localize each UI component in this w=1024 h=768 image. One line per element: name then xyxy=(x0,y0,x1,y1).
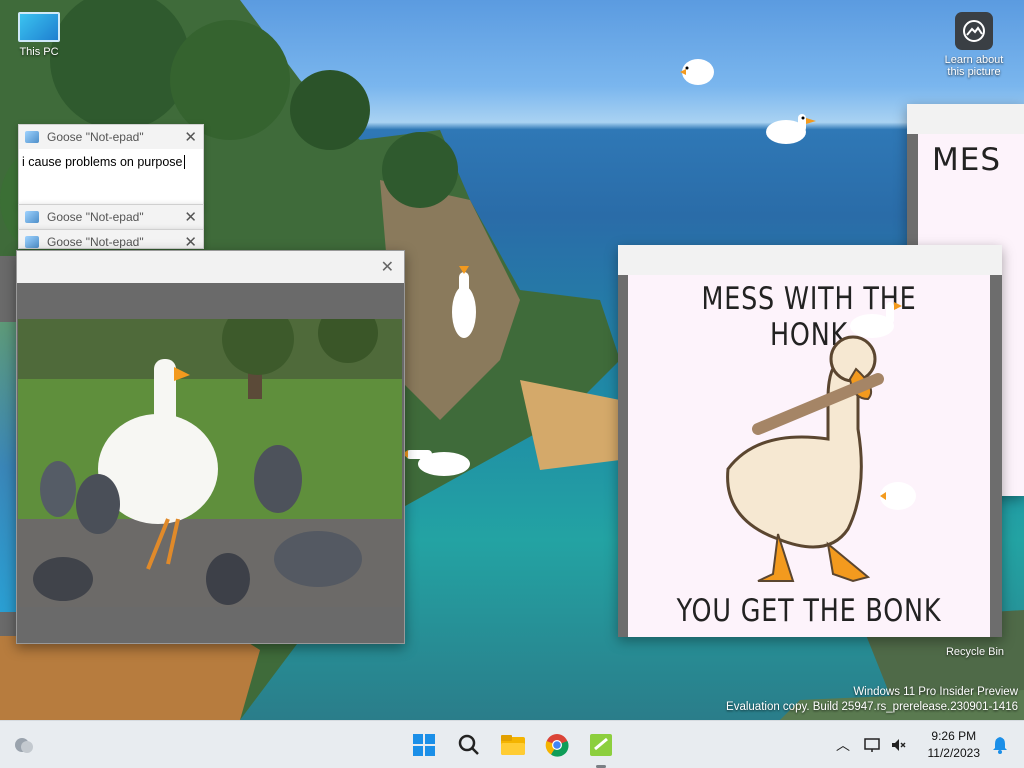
meme-window-titlebar[interactable] xyxy=(618,245,1002,275)
meme-partial-top-text: MES xyxy=(932,142,1002,178)
meme-window[interactable]: MESS WITH THE HONK YOU GET THE BONK xyxy=(618,245,1002,637)
notepad-title: Goose "Not-epad" xyxy=(47,210,144,224)
clock-date: 11/2/2023 xyxy=(927,746,981,760)
photo-window-titlebar[interactable]: ✕ xyxy=(17,251,404,283)
meme-bottom-text: YOU GET THE BONK xyxy=(676,593,942,629)
notification-bell-icon[interactable] xyxy=(986,731,1014,759)
learn-label-line1: Learn about xyxy=(944,54,1004,66)
notepad-icon xyxy=(25,211,39,223)
goose-app-icon[interactable] xyxy=(587,731,615,759)
notepad-icon xyxy=(25,131,39,143)
network-icon[interactable] xyxy=(864,737,882,753)
recycle-bin-label: Recycle Bin xyxy=(945,646,1005,658)
camera-icon xyxy=(955,12,993,50)
goose-sprite[interactable] xyxy=(450,264,480,340)
weather-icon[interactable] xyxy=(10,731,38,759)
meme-image: MESS WITH THE HONK YOU GET THE BONK xyxy=(628,275,990,637)
this-pc-desktop-icon[interactable]: This PC xyxy=(2,12,76,58)
goose-sprite[interactable] xyxy=(842,296,904,350)
goose-sprite[interactable] xyxy=(876,476,920,516)
notepad-titlebar[interactable]: Goose "Not-epad" ✕ xyxy=(19,125,203,149)
clock[interactable]: 9:26 PM 11/2/2023 xyxy=(928,728,981,762)
close-icon[interactable]: ✕ xyxy=(184,128,197,146)
notepad-titlebar[interactable]: Goose "Not-epad" ✕ xyxy=(19,205,203,229)
goose-notepad-window[interactable]: Goose "Not-epad" ✕ xyxy=(18,229,204,249)
learn-about-picture-icon[interactable]: Learn about this picture xyxy=(937,12,1011,78)
notepad-body-text: i cause problems on purpose xyxy=(22,155,183,169)
goose-sprite[interactable] xyxy=(762,108,820,152)
notepad-icon xyxy=(25,236,39,248)
notepad-titlebar[interactable]: Goose "Not-epad" ✕ xyxy=(19,230,203,249)
chrome-icon[interactable] xyxy=(543,731,571,759)
goose-notepad-window[interactable]: Goose "Not-epad" ✕ i cause problems on p… xyxy=(18,124,204,206)
goose-sprite[interactable] xyxy=(400,440,474,484)
clock-time: 9:26 PM xyxy=(931,729,977,743)
notepad-title: Goose "Not-epad" xyxy=(47,130,144,144)
notepad-text-area[interactable]: i cause problems on purpose xyxy=(19,149,203,205)
monitor-icon xyxy=(18,12,60,42)
watermark-line2: Evaluation copy. Build 25947.rs_prerelea… xyxy=(726,701,1018,713)
notepad-title: Goose "Not-epad" xyxy=(47,235,144,249)
this-pc-label: This PC xyxy=(19,46,59,58)
search-icon[interactable] xyxy=(455,731,483,759)
watermark-line1: Windows 11 Pro Insider Preview xyxy=(853,686,1018,698)
goose-with-pigeons-image xyxy=(18,319,402,607)
close-icon[interactable]: ✕ xyxy=(184,208,197,226)
system-tray: ︿ xyxy=(836,721,906,768)
taskbar: ︿ 9:26 PM 11/2/2023 xyxy=(0,720,1024,768)
goose-sprite[interactable] xyxy=(676,48,720,92)
recycle-bin-desktop-icon[interactable]: Recycle Bin xyxy=(938,646,1012,658)
volume-muted-icon[interactable] xyxy=(890,737,906,753)
learn-label-line2: this picture xyxy=(947,66,1001,78)
close-icon[interactable]: ✕ xyxy=(184,233,197,248)
meme-window-titlebar[interactable] xyxy=(907,104,1024,134)
chevron-up-icon[interactable]: ︿ xyxy=(836,735,850,755)
goose-photo-window[interactable]: ✕ xyxy=(16,250,405,644)
start-icon[interactable] xyxy=(410,731,438,759)
goose-with-bat-illustration xyxy=(726,335,884,583)
file-explorer-icon[interactable] xyxy=(499,731,527,759)
close-icon[interactable]: ✕ xyxy=(381,257,394,277)
goose-notepad-window[interactable]: Goose "Not-epad" ✕ xyxy=(18,204,204,230)
